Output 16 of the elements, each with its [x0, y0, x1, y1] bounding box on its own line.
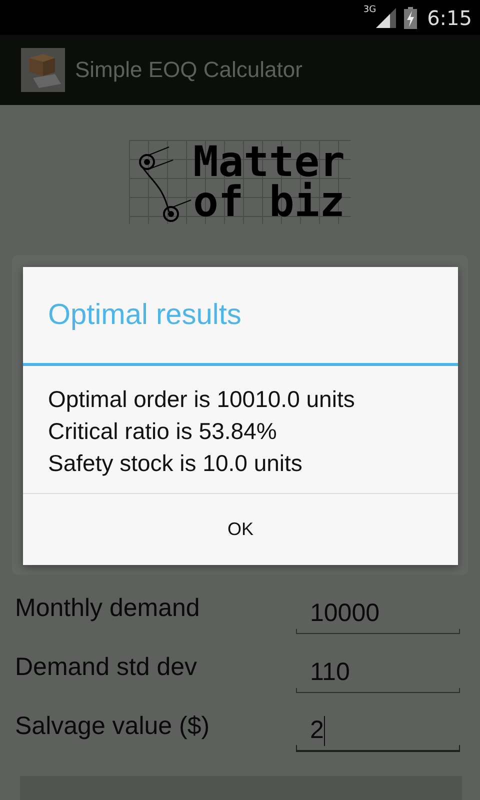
logo-text: Matter: [193, 142, 345, 182]
dialog-title: Optimal results: [23, 267, 458, 366]
battery-charging-icon: [404, 6, 418, 28]
signal-icon: [376, 8, 396, 28]
field-label: Salvage value ($): [15, 712, 211, 741]
result-text: Optimal order is 10010.0 units: [48, 385, 356, 414]
network-type: 3G: [363, 5, 376, 15]
ok-button[interactable]: OK: [23, 494, 458, 565]
logo-text: of biz: [193, 182, 345, 222]
box-icon: [21, 48, 65, 92]
field-label: Demand std dev: [15, 653, 198, 682]
field-label: Monthly demand: [15, 594, 201, 623]
result-text: Critical ratio is 53.84%: [48, 417, 278, 446]
app-title: Simple EOQ Calculator: [75, 57, 302, 83]
clock: 6:15: [427, 6, 472, 30]
result-text: Safety stock is 10.0 units: [48, 449, 304, 478]
